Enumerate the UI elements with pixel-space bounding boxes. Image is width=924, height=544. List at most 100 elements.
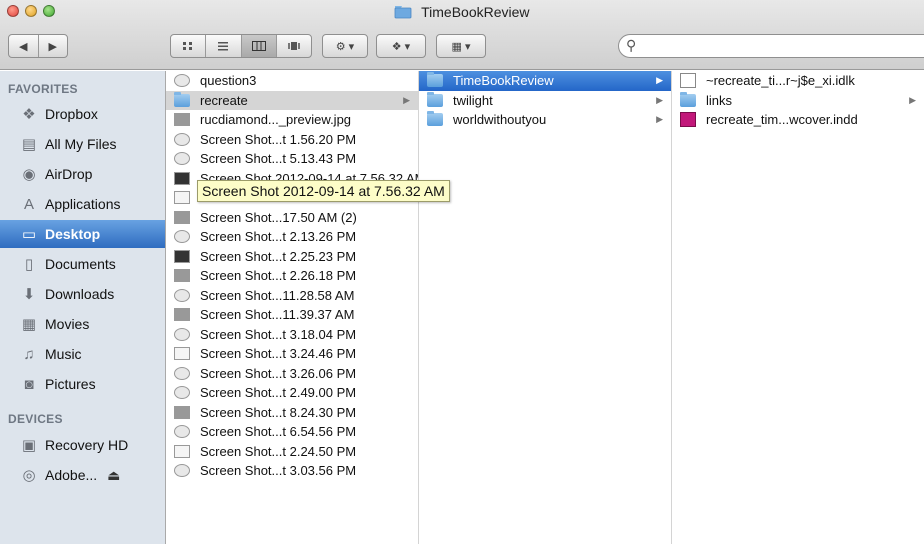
file-name: Screen Shot...t 3.18.04 PM [200,326,357,342]
all-files-icon: ▤ [21,136,37,153]
back-button[interactable]: ◀ [9,40,38,53]
image-file-icon [174,171,190,185]
column-view-icon [251,41,266,51]
file-row[interactable]: Screen Shot...t 2.25.23 PM [166,247,418,267]
applications-icon: A [23,195,34,213]
sidebar-item-airdrop[interactable]: ◉ AirDrop [0,160,165,188]
file-row[interactable]: rucdiamond..._preview.jpg [166,110,418,130]
file-name: recreate_tim...wcover.indd [706,112,858,128]
file-row[interactable]: question3 [166,71,418,91]
indesign-file-icon [680,112,696,128]
file-row[interactable]: Screen Shot...t 3.18.04 PM [166,325,418,345]
image-file-icon [174,230,190,244]
sidebar-item-label: Downloads [45,286,115,302]
file-row[interactable]: Screen Shot...t 8.24.30 PM [166,403,418,423]
image-file-icon [174,425,190,439]
file-name: Screen Shot...t 2.25.23 PM [200,248,357,264]
folder-row[interactable]: links ▶ [672,91,924,111]
file-name: Screen Shot...t 8.24.30 PM [200,404,357,420]
icon-view-icon [183,42,193,50]
music-icon: ♫ [23,345,35,363]
devices-header: DEVICES [8,412,63,426]
file-row[interactable]: Screen Shot...t 2.49.00 PM [166,383,418,403]
folder-row[interactable]: recreate ▶ [166,90,418,110]
image-file-icon [174,405,190,419]
file-row[interactable]: Screen Shot...t 5.13.43 PM [166,149,418,169]
file-row[interactable]: Screen Shot...11.39.37 AM [166,305,418,325]
file-name: twilight [453,92,493,108]
file-name: Screen Shot...17.50 AM (2) [200,209,357,225]
file-row[interactable]: Screen Shot...17.50 AM (2) [166,208,418,228]
action-menu-button[interactable]: ⚙ ▾ [322,34,368,58]
disclosure-arrow-icon: ▶ [656,114,663,125]
sidebar-item-dropbox[interactable]: ❖ Dropbox [0,100,165,128]
icon-view-button[interactable] [171,35,207,57]
file-name: Screen Shot...11.39.37 AM [200,307,355,323]
list-view-button[interactable] [206,35,242,57]
file-row[interactable]: Screen Shot...t 2.24.50 PM [166,442,418,462]
folder-row[interactable]: twilight ▶ [419,91,671,111]
file-name: Screen Shot...t 3.24.46 PM [200,346,357,362]
sidebar-item-downloads[interactable]: ⬇ Downloads [0,280,165,308]
file-name: Screen Shot...t 2.49.00 PM [200,385,357,401]
sidebar-item-applications[interactable]: A Applications [0,190,165,218]
column-view-button[interactable] [241,35,277,57]
desktop-column[interactable]: question3 recreate ▶ rucdiamond..._previe… [166,71,419,544]
folder-icon [174,91,190,107]
sidebar-item-desktop[interactable]: ▭ Desktop [0,220,165,248]
folder-icon [427,91,443,107]
image-file-icon [174,444,190,458]
image-file-icon [174,366,190,380]
search-icon: ⚲ [626,37,637,53]
file-row[interactable]: Screen Shot...t 6.54.56 PM [166,422,418,442]
file-row[interactable]: ~recreate_ti...r~j$e_xi.idlk [672,71,924,91]
file-name: ~recreate_ti...r~j$e_xi.idlk [706,73,855,89]
dropbox-menu-button[interactable]: ❖ ▾ [376,34,426,58]
window-titlebar: TimeBookReview ◀ ▶ ⚙ ▾ ❖ ▾ ▦ ▾ ⚲ [0,0,924,70]
sidebar-item-adobe[interactable]: ◎ Adobe... ⏏ [0,461,165,489]
window-title-text: TimeBookReview [421,4,530,20]
sidebar-item-all-my-files[interactable]: ▤ All My Files [0,130,165,158]
search-field[interactable]: ⚲ [618,34,924,58]
image-file-icon [174,269,190,283]
sidebar-item-pictures[interactable]: ◙ Pictures [0,370,165,398]
file-name: Screen Shot...t 2.13.26 PM [200,229,357,245]
sidebar-item-label: Desktop [45,226,101,242]
folder-icon [395,6,412,19]
file-name: Screen Shot...t 2.24.50 PM [200,443,357,459]
file-row[interactable]: Screen Shot...t 3.24.46 PM [166,344,418,364]
sidebar-item-label: All My Files [45,136,117,152]
file-row[interactable]: recreate_tim...wcover.indd [672,110,924,130]
file-name: Screen Shot...t 5.13.43 PM [200,151,357,167]
sidebar-item-label: Dropbox [45,106,98,122]
optical-disc-icon: ◎ [22,467,36,484]
filename-tooltip: Screen Shot 2012-09-14 at 7.56.32 AM [197,180,450,202]
sidebar-item-recovery-hd[interactable]: ▣ Recovery HD [0,431,165,459]
file-row[interactable]: Screen Shot...t 1.56.20 PM [166,130,418,150]
folder-row[interactable]: TimeBookReview ▶ [419,71,671,91]
sidebar-item-movies[interactable]: ▦ Movies [0,310,165,338]
sidebar-item-label: AirDrop [45,166,93,182]
forward-button[interactable]: ▶ [39,40,68,53]
file-name: recreate [200,92,248,108]
sidebar-item-label: Music [45,346,82,362]
file-name: rucdiamond..._preview.jpg [200,112,352,128]
file-row[interactable]: Screen Shot...t 3.03.56 PM [166,461,418,481]
image-file-icon [174,327,190,341]
file-row[interactable]: Screen Shot...t 2.26.18 PM [166,266,418,286]
file-row[interactable]: Screen Shot...11.28.58 AM [166,286,418,306]
recreate-column[interactable]: TimeBookReview ▶ twilight ▶ worldwithoutyo… [419,71,672,544]
file-row[interactable]: Screen Shot...t 3.26.06 PM [166,364,418,384]
timebookreview-column[interactable]: ~recreate_ti...r~j$e_xi.idlk links ▶ recr… [672,71,924,544]
sidebar-item-label: Adobe... [45,467,98,483]
folder-row[interactable]: worldwithoutyou ▶ [419,110,671,130]
sidebar-item-music[interactable]: ♫ Music [0,340,165,368]
sidebar-item-documents[interactable]: ▯ Documents [0,250,165,278]
eject-icon[interactable]: ⏏ [107,467,120,484]
airdrop-icon: ◉ [22,166,36,183]
file-row[interactable]: Screen Shot...t 2.13.26 PM [166,227,418,247]
arrange-menu-button[interactable]: ▦ ▾ [436,34,486,58]
image-file-icon [174,386,190,400]
coverflow-view-button[interactable] [277,35,311,57]
image-file-icon [174,152,190,166]
